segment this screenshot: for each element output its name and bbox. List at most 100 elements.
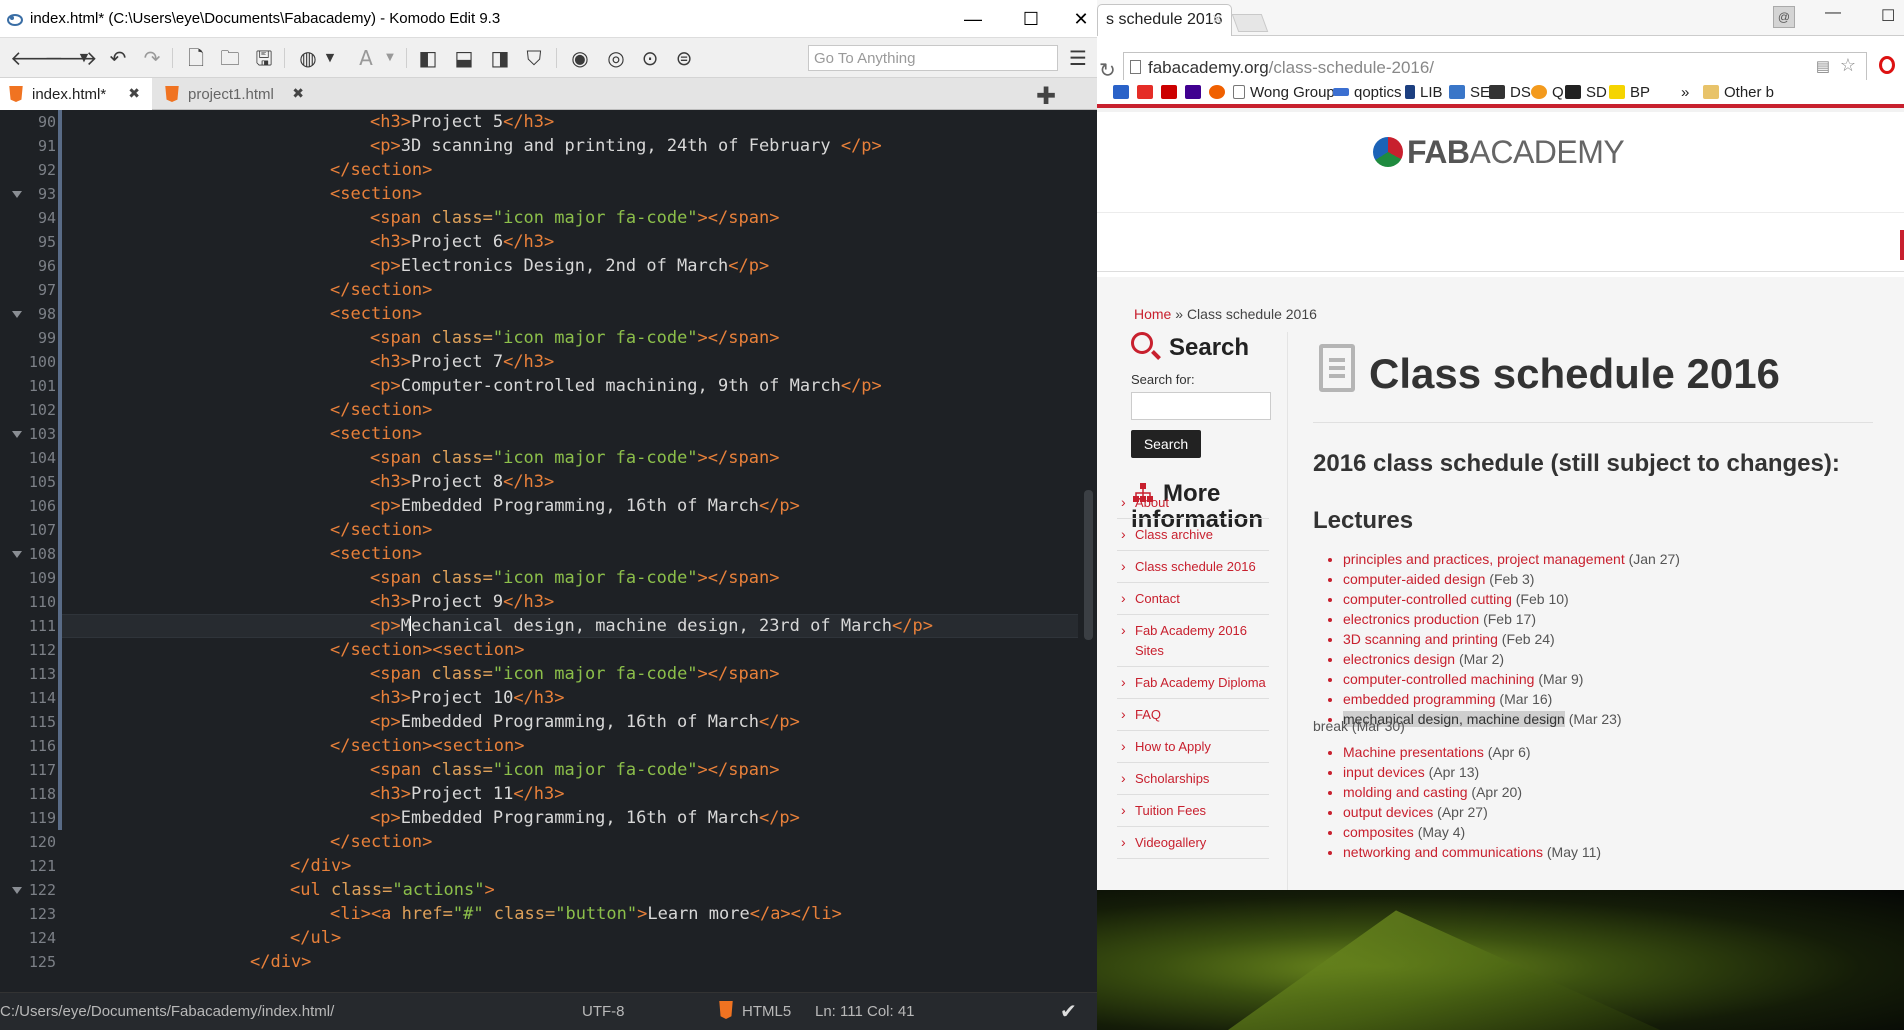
breadcrumb-home-link[interactable]: Home [1134, 306, 1171, 322]
lecture-link[interactable]: computer-controlled machining [1343, 671, 1534, 687]
more-bookmarks-icon[interactable]: » [1681, 84, 1689, 101]
line-number: 95 [37, 233, 56, 251]
menu-icon[interactable]: ☰ [1066, 46, 1090, 70]
new-tab-button[interactable] [1231, 14, 1269, 32]
bookmark-se[interactable]: SE [1449, 84, 1490, 101]
lecture-link[interactable]: embedded programming [1343, 691, 1496, 707]
font-icon[interactable]: A [354, 46, 378, 70]
yahoo-bookmark-icon[interactable] [1185, 84, 1206, 101]
code-line: <span class="icon major fa-code"></span> [370, 664, 780, 684]
browser-preview-icon[interactable]: ◍ [296, 46, 320, 70]
sidebar-link[interactable]: Videogallery [1117, 827, 1269, 859]
bookmark-qoptics[interactable]: qoptics [1333, 84, 1402, 101]
lecture-link[interactable]: principles and practices, project manage… [1343, 551, 1625, 567]
minimize-icon[interactable]: — [950, 4, 996, 34]
lecture-link[interactable]: computer-controlled cutting [1343, 591, 1512, 607]
stop-macro-icon[interactable]: ◎ [604, 46, 628, 70]
right-pane-icon[interactable]: ◨ [488, 46, 512, 70]
forward-arrow-icon[interactable]: 🡒 [44, 46, 98, 70]
bookmark-ds[interactable]: DS [1489, 84, 1531, 101]
bookmark-wong-group[interactable]: Wong Group [1233, 84, 1335, 101]
search-button[interactable]: Search [1131, 430, 1201, 458]
back-arrow-icon[interactable]: 🡐 [10, 46, 64, 70]
editor-horizontal-scrollbar[interactable] [62, 980, 1080, 992]
bookmark-bp[interactable]: BP [1609, 84, 1650, 101]
profile-icon[interactable]: @ [1773, 6, 1795, 28]
lecture-link[interactable]: 3D scanning and printing [1343, 631, 1498, 647]
sidebar-link[interactable]: How to Apply [1117, 731, 1269, 763]
opera-extension-icon[interactable] [1879, 56, 1895, 74]
new-file-icon[interactable]: 🗋 [184, 46, 208, 70]
bookmark-star-icon[interactable]: ☆ [1840, 55, 1856, 76]
sidebar-link[interactable]: Class schedule 2016 [1117, 551, 1269, 583]
fab-academy-logo[interactable]: FABACADEMY [1373, 134, 1625, 171]
music-bookmark-icon[interactable] [1209, 84, 1230, 101]
lecture-link[interactable]: composites [1343, 824, 1414, 840]
maximize-icon[interactable]: ☐ [1881, 6, 1895, 26]
go-to-anything-input[interactable]: Go To Anything [808, 45, 1058, 71]
lecture-link[interactable]: molding and casting [1343, 784, 1468, 800]
sidebar-link[interactable]: About [1117, 487, 1269, 519]
history-dropdown-icon[interactable]: ▼ [72, 46, 96, 70]
bookmark-q[interactable]: Q [1531, 84, 1564, 101]
lecture-link[interactable]: computer-aided design [1343, 571, 1485, 587]
save-icon[interactable]: 🖫 [252, 46, 276, 70]
left-pane-icon[interactable]: ◧ [416, 46, 440, 70]
open-folder-icon[interactable]: 🗀 [218, 46, 242, 70]
maximize-icon[interactable]: ☐ [1008, 4, 1054, 34]
gmail-bookmark-icon[interactable] [1113, 84, 1134, 101]
break-text: break (Mar 30) [1313, 718, 1405, 734]
lecture-link[interactable]: Machine presentations [1343, 744, 1484, 760]
close-tab-icon[interactable]: ✖ [292, 85, 304, 102]
undo-icon[interactable]: ↶ [106, 46, 130, 70]
fold-arrow-icon[interactable] [12, 311, 22, 318]
font-dropdown-icon[interactable]: ▼ [378, 46, 402, 70]
cnn-bookmark-icon[interactable] [1161, 84, 1182, 101]
reader-icon[interactable]: ▤ [1816, 57, 1830, 75]
browser-tab-class-schedule[interactable]: s schedule 2016 ✕ [1097, 4, 1232, 36]
bookmark-sd[interactable]: SD [1565, 84, 1607, 101]
lecture-link[interactable]: input devices [1343, 764, 1425, 780]
url-input[interactable]: fabacademy.org/class-schedule-2016/ ▤ ☆ [1123, 52, 1867, 82]
code-editor[interactable]: <h3>Project 5</h3> <p>3D scanning and pr… [62, 110, 1078, 980]
sidebar-link[interactable]: Tuition Fees [1117, 795, 1269, 827]
close-tab-icon[interactable]: ✕ [1211, 11, 1223, 28]
lecture-link[interactable]: electronics production [1343, 611, 1479, 627]
search-input[interactable] [1131, 392, 1271, 420]
editor-vertical-scrollbar[interactable] [1080, 110, 1097, 980]
reload-icon[interactable]: ↻ [1099, 58, 1116, 82]
fold-arrow-icon[interactable] [12, 431, 22, 438]
toolbox-icon[interactable]: ⛉ [522, 46, 546, 70]
fold-arrow-icon[interactable] [12, 551, 22, 558]
redo-icon[interactable]: ↷ [140, 46, 164, 70]
lecture-date: (Mar 9) [1534, 671, 1584, 687]
sidebar-link[interactable]: FAQ [1117, 699, 1269, 731]
language-indicator[interactable]: HTML5 [742, 1003, 791, 1020]
save-macro-icon[interactable]: ⊜ [672, 46, 696, 70]
preview-dropdown-icon[interactable]: ▼ [318, 46, 342, 70]
lecture-link[interactable]: electronics design [1343, 651, 1455, 667]
scroll-thumb[interactable] [1084, 490, 1093, 640]
new-tab-icon[interactable]: ✚ [1036, 82, 1056, 111]
fold-arrow-icon[interactable] [12, 887, 22, 894]
lecture-link[interactable]: networking and communications [1343, 844, 1543, 860]
youtube-bookmark-icon[interactable] [1137, 84, 1158, 101]
sidebar-link[interactable]: Scholarships [1117, 763, 1269, 795]
play-macro-icon[interactable]: ⊙ [638, 46, 662, 70]
encoding-indicator[interactable]: UTF-8 [582, 1003, 625, 1020]
bookmark-lib[interactable]: LIB [1405, 84, 1443, 101]
other-bookmarks-folder[interactable]: Other b [1703, 84, 1774, 101]
code-line: <section> [330, 424, 423, 444]
tab-index-html[interactable]: index.html* ✖ [0, 78, 152, 110]
sidebar-link[interactable]: Fab Academy 2016 Sites [1117, 615, 1269, 667]
bottom-pane-icon[interactable]: ⬓ [452, 46, 476, 70]
minimize-icon[interactable]: — [1825, 4, 1841, 22]
fold-arrow-icon[interactable] [12, 191, 22, 198]
sidebar-link[interactable]: Contact [1117, 583, 1269, 615]
tab-project1-html[interactable]: project1.html ✖ [156, 78, 316, 110]
sidebar-link[interactable]: Class archive [1117, 519, 1269, 551]
lecture-link[interactable]: output devices [1343, 804, 1433, 820]
close-tab-icon[interactable]: ✖ [128, 85, 140, 102]
sidebar-link[interactable]: Fab Academy Diploma [1117, 667, 1269, 699]
record-macro-icon[interactable]: ◉ [568, 46, 592, 70]
